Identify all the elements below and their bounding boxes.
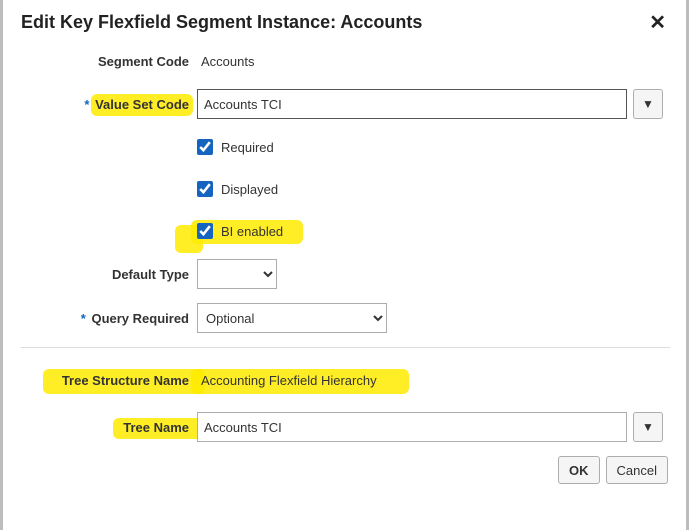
value-set-code-input[interactable] xyxy=(197,89,627,119)
label-default-type: Default Type xyxy=(21,267,197,282)
required-indicator-icon: * xyxy=(81,311,88,326)
bi-enabled-checkbox[interactable] xyxy=(197,223,213,239)
value-set-code-dropdown-button[interactable]: ▼ xyxy=(633,89,663,119)
value-segment-code: Accounts xyxy=(197,54,254,69)
label-bi-enabled: BI enabled xyxy=(221,224,283,239)
default-type-select[interactable] xyxy=(197,259,277,289)
close-button[interactable]: ✕ xyxy=(645,13,670,33)
row-displayed: Displayed xyxy=(21,175,670,203)
value-tree-structure-name: Accounting Flexfield Hierarchy xyxy=(197,373,377,388)
tree-name-dropdown-button[interactable]: ▼ xyxy=(633,412,663,442)
dialog-buttons: OK Cancel xyxy=(21,456,670,484)
label-tree-structure-name: Tree Structure Name xyxy=(21,373,197,388)
label-segment-code: Segment Code xyxy=(21,54,197,69)
required-indicator-icon: * xyxy=(84,97,91,112)
titlebar: Edit Key Flexfield Segment Instance: Acc… xyxy=(21,12,670,33)
row-query-required: * Query Required Optional xyxy=(21,303,670,333)
row-value-set-code: * Value Set Code ▼ xyxy=(21,89,670,119)
chevron-down-icon: ▼ xyxy=(642,420,654,434)
query-required-select[interactable]: Optional xyxy=(197,303,387,333)
label-tree-name: Tree Name xyxy=(21,420,197,435)
dialog-title: Edit Key Flexfield Segment Instance: Acc… xyxy=(21,12,422,33)
label-displayed: Displayed xyxy=(221,182,278,197)
row-segment-code: Segment Code Accounts xyxy=(21,47,670,75)
close-icon: ✕ xyxy=(649,12,666,34)
cancel-button[interactable]: Cancel xyxy=(606,456,668,484)
chevron-down-icon: ▼ xyxy=(642,97,654,111)
row-bi-enabled: BI enabled xyxy=(21,217,670,245)
tree-name-combobox[interactable]: ▼ xyxy=(197,412,663,442)
dialog: Edit Key Flexfield Segment Instance: Acc… xyxy=(0,0,689,530)
label-required: Required xyxy=(221,140,274,155)
row-default-type: Default Type xyxy=(21,259,670,289)
section-divider xyxy=(21,347,670,348)
tree-name-input[interactable] xyxy=(197,412,627,442)
row-required: Required xyxy=(21,133,670,161)
row-tree-structure-name: Tree Structure Name Accounting Flexfield… xyxy=(21,366,670,394)
value-set-code-combobox[interactable]: ▼ xyxy=(197,89,663,119)
row-tree-name: Tree Name ▼ xyxy=(21,412,670,442)
displayed-checkbox[interactable] xyxy=(197,181,213,197)
label-value-set-code: * Value Set Code xyxy=(21,97,197,112)
label-query-required: * Query Required xyxy=(21,311,197,326)
ok-button[interactable]: OK xyxy=(558,456,600,484)
required-checkbox[interactable] xyxy=(197,139,213,155)
